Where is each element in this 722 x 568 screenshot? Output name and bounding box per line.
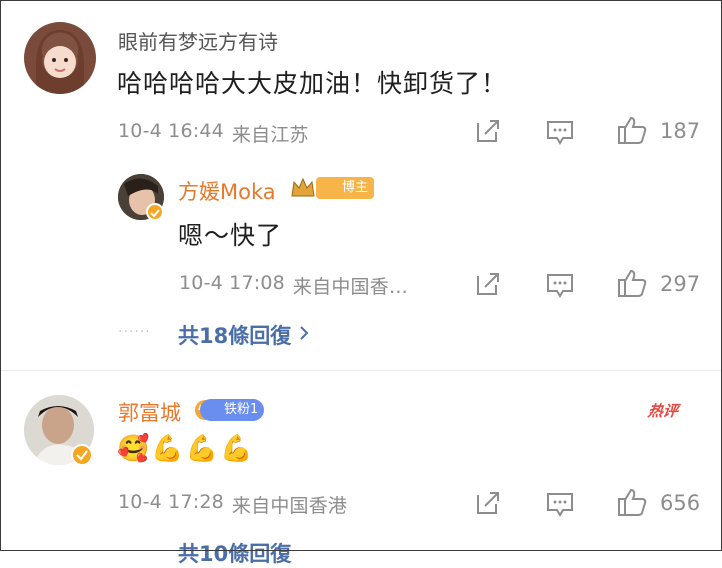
like-count: 297 — [660, 272, 701, 296]
like-count: 656 — [660, 491, 701, 515]
share-icon[interactable] — [474, 489, 502, 517]
verified-badge — [71, 444, 93, 466]
vip-crown-icon — [290, 176, 316, 204]
comment-icon[interactable] — [545, 490, 575, 518]
username[interactable]: 眼前有梦远方有诗 — [118, 26, 278, 55]
share-icon[interactable] — [474, 270, 502, 298]
hot-comment-tag: 热评 — [646, 402, 680, 420]
timestamp: 10-4 16:44 — [118, 120, 224, 142]
thumbs-up-icon[interactable] — [616, 487, 648, 517]
more-replies-link[interactable]: 共18條回復 — [178, 320, 311, 350]
thumbs-up-icon[interactable] — [616, 115, 648, 145]
divider — [0, 370, 722, 371]
avatar[interactable] — [24, 22, 96, 94]
location: 来自中国香… — [292, 276, 409, 298]
divider-dots: ······ — [118, 324, 151, 340]
location: 来自中国香港 — [231, 495, 348, 517]
fan-badge: 铁粉1 — [200, 399, 265, 421]
reply-text: 嗯～快了 — [178, 221, 283, 250]
blogger-badge: 博主 — [316, 177, 375, 199]
comment-emoji: 🥰💪💪💪 — [117, 434, 255, 464]
username[interactable]: 方媛Moka — [178, 176, 276, 206]
thumbs-up-icon[interactable] — [616, 268, 648, 298]
timestamp: 10-4 17:28 — [118, 491, 224, 513]
username[interactable]: 郭富城 — [118, 397, 181, 427]
like-count: 187 — [660, 119, 701, 143]
comment-icon[interactable] — [545, 118, 575, 146]
verified-badge — [146, 203, 164, 221]
location: 来自江苏 — [231, 124, 309, 146]
share-icon[interactable] — [474, 117, 502, 145]
comment-icon[interactable] — [545, 271, 575, 299]
more-replies-link-partial[interactable]: 共10條回復 — [178, 538, 291, 568]
timestamp: 10-4 17:08 — [179, 272, 285, 294]
comment-text: 哈哈哈哈大大皮加油！快卸货了！ — [117, 69, 508, 98]
chevron-right-icon — [297, 324, 311, 346]
more-replies-label: 共18條回復 — [178, 324, 292, 348]
